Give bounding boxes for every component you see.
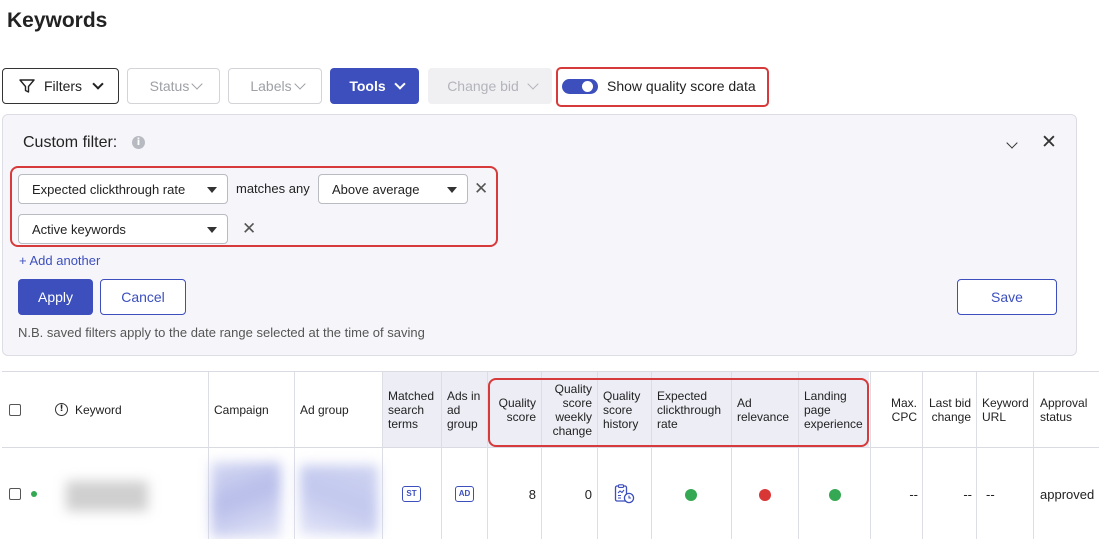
tools-button[interactable]: Tools [330, 68, 419, 104]
operator-label: matches any [236, 181, 310, 196]
remove-condition-icon[interactable]: ✕ [242, 219, 256, 239]
status-dot [31, 491, 37, 497]
quality-score-value: 8 [528, 487, 536, 502]
collapse-chevron-icon[interactable] [1006, 134, 1018, 152]
add-another-link[interactable]: + Add another [19, 253, 100, 268]
condition-field-value: Expected clickthrough rate [32, 181, 186, 197]
labels-dropdown[interactable]: Labels [228, 68, 322, 104]
quality-columns-highlight [488, 378, 869, 447]
landing-page-status-dot [829, 489, 841, 501]
header-keyword[interactable]: Keyword [75, 403, 122, 417]
info-icon[interactable]: i [132, 136, 145, 149]
close-icon[interactable]: ✕ [1041, 131, 1057, 153]
ads-icon[interactable]: AD [455, 486, 474, 502]
approval-status-value: approved [1040, 487, 1095, 502]
select-all-checkbox[interactable] [9, 404, 21, 416]
filter-icon [19, 79, 35, 93]
chevron-down-icon [191, 78, 204, 90]
chevron-down-icon [293, 78, 306, 90]
condition-value-text: Above average [332, 181, 420, 197]
row-checkbox[interactable] [9, 488, 21, 500]
max-cpc-value: -- [909, 487, 918, 502]
chevron-down-icon [393, 78, 406, 90]
header-ad-group[interactable]: Ad group [300, 403, 349, 417]
header-max-cpc[interactable]: Max. CPC [874, 396, 917, 424]
change-bid-label: Change bid [447, 78, 519, 94]
matched-search-terms-icon[interactable]: ST [402, 486, 421, 502]
labels-label: Labels [250, 78, 292, 94]
quality-score-history-icon[interactable] [614, 484, 636, 504]
ad-group-name-redacted[interactable] [300, 465, 378, 535]
cancel-button[interactable]: Cancel [100, 279, 186, 315]
ad-relevance-status-dot [759, 489, 771, 501]
last-bid-change-value: -- [963, 487, 972, 502]
keyword-scope-value: Active keywords [32, 221, 126, 237]
header-campaign[interactable]: Campaign [214, 403, 269, 417]
quality-score-weekly-change-value: 0 [584, 487, 592, 502]
quality-score-toggle-label: Show quality score data [607, 78, 756, 94]
chevron-down-icon [527, 78, 539, 90]
dropdown-arrow-icon [207, 187, 217, 193]
tools-label: Tools [349, 78, 386, 94]
page-title: Keywords [7, 9, 108, 32]
keyword-info-icon[interactable]: ! [55, 403, 68, 416]
change-bid-button[interactable]: Change bid [428, 68, 552, 104]
dropdown-arrow-icon [207, 227, 217, 233]
remove-condition-icon[interactable]: ✕ [474, 179, 488, 199]
dropdown-arrow-icon [447, 187, 457, 193]
apply-button[interactable]: Apply [18, 279, 93, 315]
save-button[interactable]: Save [957, 279, 1057, 315]
header-keyword-url[interactable]: Keyword URL [982, 396, 1029, 424]
header-approval-status[interactable]: Approval status [1040, 396, 1087, 424]
keyword-url-value: -- [986, 487, 995, 502]
campaign-name-redacted[interactable] [211, 462, 281, 538]
status-dropdown[interactable]: Status [127, 68, 220, 104]
status-label: Status [149, 78, 190, 94]
header-matched-search-terms[interactable]: Matched search terms [388, 389, 434, 431]
toggle-knob [582, 81, 593, 92]
condition-value-select[interactable]: Above average [318, 174, 468, 204]
header-last-bid-change[interactable]: Last bid change [925, 396, 971, 424]
filters-button[interactable]: Filters [2, 68, 119, 104]
chevron-down-icon [92, 78, 104, 90]
condition-field-select[interactable]: Expected clickthrough rate [18, 174, 228, 204]
expected-ctr-status-dot [685, 489, 697, 501]
filters-label: Filters [43, 78, 83, 94]
header-ads-in-ad-group[interactable]: Ads in ad group [447, 389, 480, 431]
keyword-scope-select[interactable]: Active keywords [18, 214, 228, 244]
keyword-text-redacted[interactable] [66, 481, 148, 511]
custom-filter-title: Custom filter: [23, 134, 118, 151]
saved-filter-note: N.B. saved filters apply to the date ran… [18, 325, 425, 340]
